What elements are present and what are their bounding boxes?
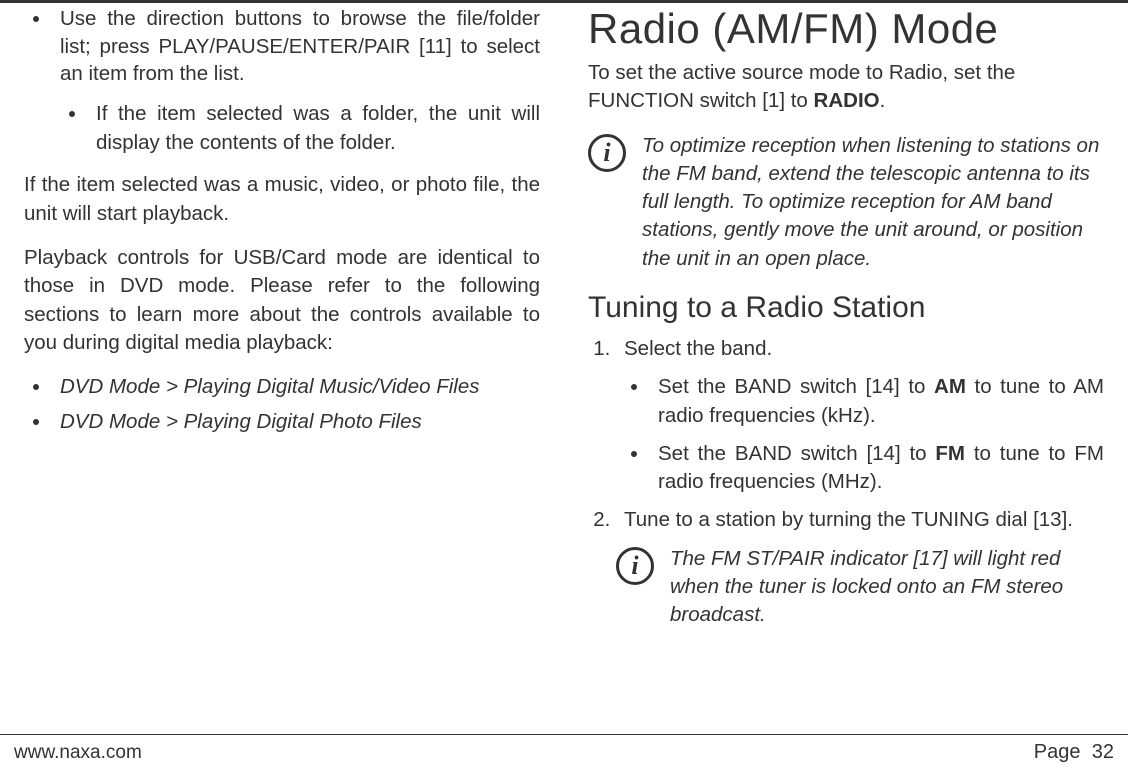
- info-icon: i: [588, 134, 626, 172]
- bullet-text: Use the direction buttons to browse the …: [60, 7, 540, 85]
- intro-bold: RADIO: [814, 89, 880, 112]
- info-icon: i: [616, 547, 654, 585]
- info-callout: i To optimize reception when listening t…: [588, 132, 1104, 273]
- list-item: DVD Mode > Playing Digital Photo Files: [52, 408, 540, 437]
- intro-text: .: [880, 89, 886, 112]
- list-item: Select the band. Set the BAND switch [14…: [616, 335, 1104, 496]
- step-text: Select the band.: [624, 337, 772, 360]
- list-item: Set the BAND switch [14] to AM to tune t…: [650, 373, 1104, 430]
- browse-list: Use the direction buttons to browse the …: [24, 5, 540, 157]
- page-label: Page: [1034, 741, 1081, 763]
- page-number: 32: [1092, 741, 1114, 763]
- page-footer: www.naxa.com Page 32: [0, 734, 1128, 772]
- list-item: If the item selected was a folder, the u…: [88, 100, 540, 157]
- info-text: To optimize reception when listening to …: [642, 132, 1104, 273]
- info-callout: i The FM ST/PAIR indicator [17] will lig…: [616, 545, 1104, 630]
- intro-paragraph: To set the active source mode to Radio, …: [588, 59, 1104, 116]
- step-bold: FM: [935, 442, 965, 465]
- section-title: Radio (AM/FM) Mode: [588, 5, 1104, 53]
- paragraph: If the item selected was a music, video,…: [24, 171, 540, 228]
- step-text: Set the BAND switch [14] to: [658, 375, 934, 398]
- reference-list: DVD Mode > Playing Digital Music/Video F…: [24, 373, 540, 436]
- step-bold: AM: [934, 375, 966, 398]
- info-text: The FM ST/PAIR indicator [17] will light…: [670, 545, 1104, 630]
- list-item: DVD Mode > Playing Digital Music/Video F…: [52, 373, 540, 402]
- sub-list: If the item selected was a folder, the u…: [60, 100, 540, 157]
- footer-page: Page 32: [1034, 741, 1114, 764]
- paragraph: Playback controls for USB/Card mode are …: [24, 244, 540, 357]
- left-column: Use the direction buttons to browse the …: [0, 3, 564, 733]
- footer-url: www.naxa.com: [14, 742, 142, 764]
- sub-list: Set the BAND switch [14] to AM to tune t…: [624, 373, 1104, 496]
- list-item: Set the BAND switch [14] to FM to tune t…: [650, 440, 1104, 497]
- list-item: Tune to a station by turning the TUNING …: [616, 506, 1104, 534]
- step-text: Set the BAND switch [14] to: [658, 442, 935, 465]
- list-item: Use the direction buttons to browse the …: [52, 5, 540, 157]
- steps-list: Select the band. Set the BAND switch [14…: [588, 335, 1104, 535]
- subsection-title: Tuning to a Radio Station: [588, 291, 1104, 325]
- intro-text: To set the active source mode to Radio, …: [588, 61, 1015, 112]
- page-body: Use the direction buttons to browse the …: [0, 3, 1128, 733]
- right-column: Radio (AM/FM) Mode To set the active sou…: [564, 3, 1128, 733]
